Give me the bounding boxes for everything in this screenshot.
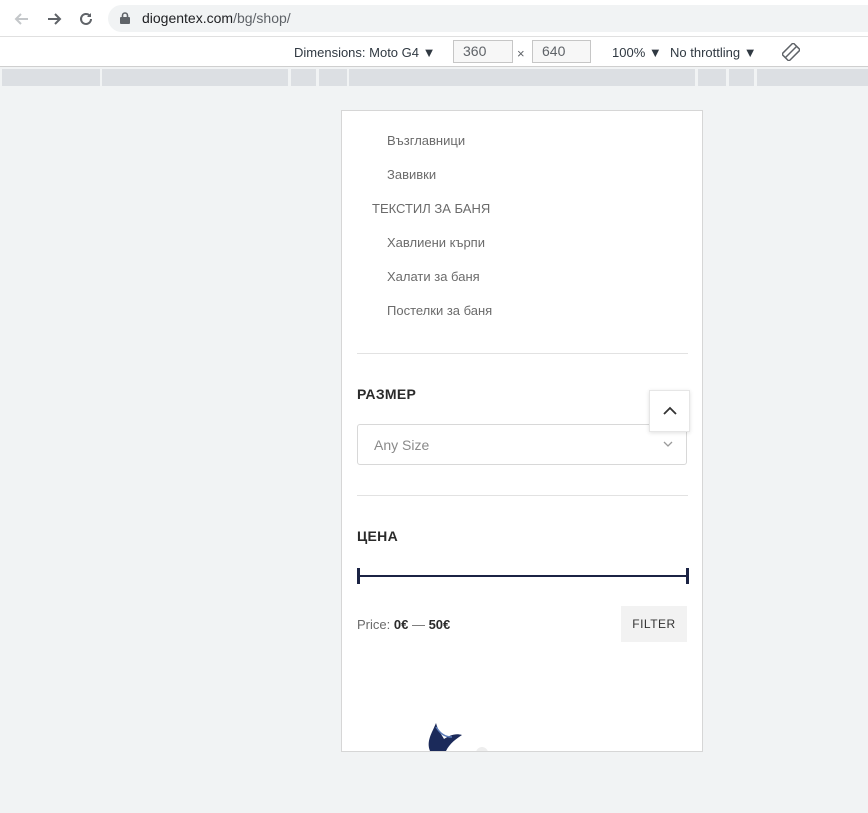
category-link-bathrobes[interactable]: Халати за баня xyxy=(387,269,480,284)
chevron-down-icon xyxy=(663,441,673,447)
chevron-up-icon xyxy=(662,406,677,415)
mobile-viewport: ‾‾‾‾‾‾‾‾‾ Възглавници Завивки ТЕКСТИЛ ЗА… xyxy=(341,110,703,752)
throttling-selector[interactable]: No throttling ▼ xyxy=(670,45,757,60)
caret-down-icon: ▼ xyxy=(743,45,757,60)
device-selector[interactable]: Dimensions: Moto G4 ▼ xyxy=(294,45,436,60)
arrow-right-icon xyxy=(48,13,62,25)
device-label: Dimensions: Moto G4 xyxy=(294,45,419,60)
address-bar[interactable]: diogentex.com/bg/shop/ xyxy=(108,5,868,32)
category-link-bath-mats[interactable]: Постелки за баня xyxy=(387,303,492,318)
slider-track xyxy=(357,575,689,577)
size-select[interactable]: Any Size xyxy=(357,424,687,465)
size-widget-title: РАЗМЕР xyxy=(357,386,417,402)
width-input[interactable]: 360 xyxy=(453,40,513,63)
ruler-segment[interactable] xyxy=(102,69,288,86)
caret-down-icon: ▼ xyxy=(648,45,662,60)
url-text: diogentex.com/bg/shop/ xyxy=(142,10,291,26)
ruler-segment[interactable] xyxy=(698,69,726,86)
device-toolbar: Dimensions: Moto G4 ▼ 360 × 640 100% ▼ N… xyxy=(0,37,868,67)
media-query-ruler[interactable] xyxy=(0,68,868,87)
browser-toolbar: diogentex.com/bg/shop/ xyxy=(0,0,868,37)
filter-button[interactable]: FILTER xyxy=(621,606,687,642)
price-separator: — xyxy=(411,617,425,632)
price-widget-title: ЦЕНА xyxy=(357,528,398,544)
height-input[interactable]: 640 xyxy=(532,40,591,63)
widget-divider xyxy=(357,353,688,354)
widget-divider xyxy=(357,495,688,496)
times-symbol: × xyxy=(517,46,525,61)
category-link-bath-textile[interactable]: ТЕКСТИЛ ЗА БАНЯ xyxy=(372,201,490,216)
arrow-left-icon xyxy=(14,13,28,25)
throttling-label: No throttling xyxy=(670,45,741,60)
price-range-slider[interactable] xyxy=(357,567,689,585)
slider-handle-max[interactable] xyxy=(686,568,689,584)
price-prefix: Price: xyxy=(357,617,391,632)
category-link-duvets[interactable]: Завивки xyxy=(387,167,436,182)
price-range-label: Price: 0€ — 50€ xyxy=(357,617,450,632)
rotate-icon[interactable] xyxy=(782,43,800,61)
caret-down-icon: ▼ xyxy=(422,45,436,60)
back-button[interactable] xyxy=(10,7,34,31)
ruler-segment[interactable] xyxy=(757,69,868,86)
ruler-segment[interactable] xyxy=(2,69,100,86)
category-link-towels[interactable]: Хавлиени кърпи xyxy=(387,235,485,250)
ruler-segment[interactable] xyxy=(291,69,316,86)
url-path: /bg/shop/ xyxy=(233,10,291,26)
reload-icon xyxy=(80,12,92,25)
zoom-label: 100% xyxy=(612,45,646,60)
scroll-to-top-button[interactable] xyxy=(649,390,690,432)
size-select-value: Any Size xyxy=(374,437,430,453)
ruler-segment[interactable] xyxy=(319,69,347,86)
ruler-segment[interactable] xyxy=(349,69,695,86)
forward-button[interactable] xyxy=(42,7,66,31)
clipped-category-text: ‾‾‾‾‾‾‾‾‾ xyxy=(387,111,426,115)
zoom-selector[interactable]: 100% ▼ xyxy=(612,45,662,60)
reload-button[interactable] xyxy=(74,7,98,31)
ruler-segment[interactable] xyxy=(729,69,754,86)
bird-logo xyxy=(428,723,488,751)
price-min: 0€ xyxy=(393,617,409,632)
slider-handle-min[interactable] xyxy=(357,568,360,584)
price-max: 50€ xyxy=(428,617,451,632)
url-host: diogentex.com xyxy=(142,10,234,26)
lock-icon xyxy=(120,12,130,24)
category-link-pillows[interactable]: Възглавници xyxy=(387,133,465,148)
